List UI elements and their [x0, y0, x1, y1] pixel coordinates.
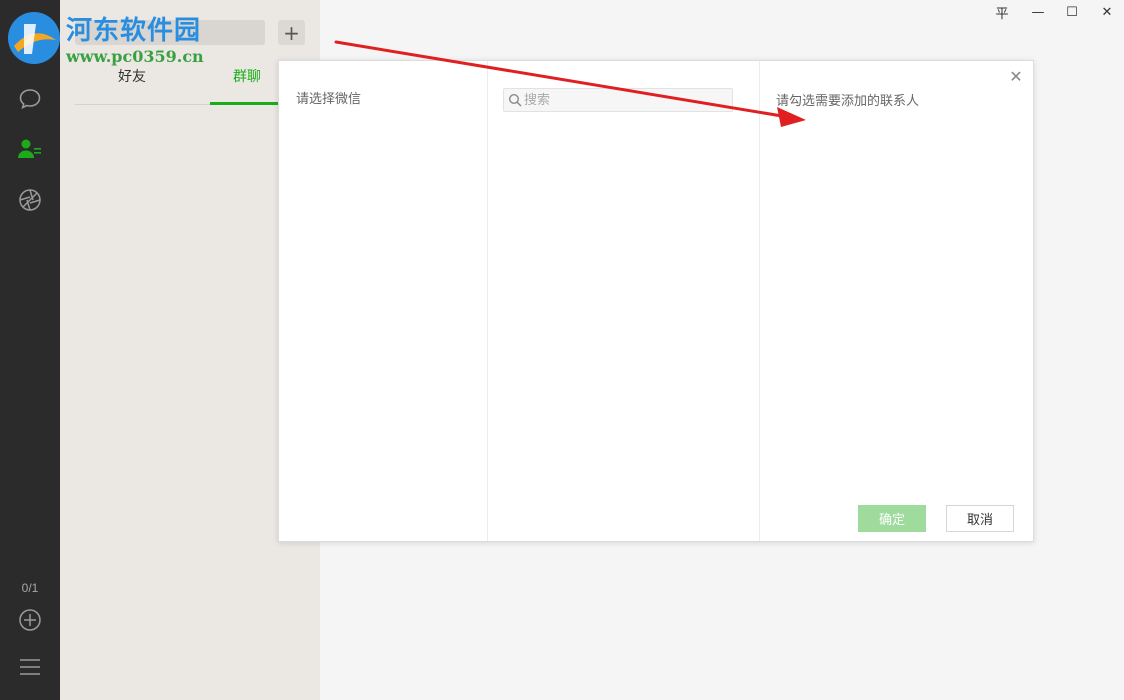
column-divider — [487, 61, 488, 541]
cancel-button[interactable]: 取消 — [946, 505, 1014, 532]
watermark-title: 河东软件园 — [66, 16, 202, 46]
page-count: 0/1 — [21, 581, 39, 595]
menu-icon[interactable] — [17, 654, 43, 680]
dialog-search-input[interactable] — [524, 89, 729, 111]
tab-friends[interactable]: 好友 — [118, 66, 146, 86]
close-window-button[interactable]: ✕ — [1097, 3, 1117, 21]
chat-icon[interactable] — [17, 86, 43, 112]
moments-icon[interactable] — [17, 187, 43, 213]
dialog-search-box[interactable] — [503, 88, 733, 112]
dialog-close-button[interactable]: ✕ — [1007, 67, 1025, 86]
maximize-button[interactable]: ☐ — [1062, 3, 1082, 21]
column-divider — [759, 61, 760, 541]
add-button[interactable]: + — [278, 20, 305, 45]
select-contacts-title: 请勾选需要添加的联系人 — [776, 94, 920, 109]
add-contacts-dialog: 请选择微信 请勾选需要添加的联系人 ✕ 确定 取消 — [278, 60, 1034, 542]
contacts-icon[interactable] — [17, 136, 43, 162]
tab-active-indicator — [210, 102, 280, 105]
add-circle-icon[interactable] — [17, 607, 43, 633]
minimize-button[interactable]: — — [1028, 3, 1048, 21]
watermark-url: www.pc0359.cn — [66, 47, 204, 66]
tab-groups[interactable]: 群聊 — [233, 66, 261, 86]
confirm-button[interactable]: 确定 — [858, 505, 926, 532]
search-icon — [508, 93, 522, 107]
select-wechat-title: 请选择微信 — [296, 92, 362, 107]
watermark-logo — [6, 10, 62, 66]
pin-button[interactable]: 平 — [992, 3, 1012, 22]
left-sidebar: 0/1 — [0, 0, 60, 700]
